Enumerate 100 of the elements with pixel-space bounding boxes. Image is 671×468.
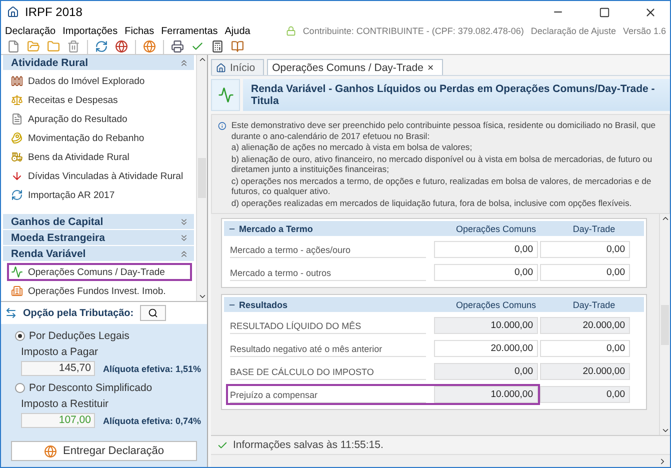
new-file-icon[interactable] <box>7 40 20 53</box>
status-message: Informações salvas às 11:55:15. <box>233 439 384 451</box>
section-header[interactable]: Ganhos de Capital <box>3 214 194 230</box>
field-label: Resultado negativo até o mês anterior <box>230 340 426 357</box>
sidebar-item[interactable]: Operações Fundos Invest. Imob. <box>7 282 192 300</box>
scroll-up-icon <box>660 214 670 223</box>
sidebar-item[interactable]: Bens da Atividade Rural <box>7 148 192 166</box>
scroll-down-icon <box>198 292 206 301</box>
calculator-icon[interactable] <box>211 40 224 53</box>
printer-icon[interactable] <box>171 40 184 53</box>
globe-icon[interactable] <box>143 40 156 53</box>
radio-option[interactable]: Por Desconto Simplificado <box>15 382 203 394</box>
amount-field[interactable]: 0,00 <box>540 264 630 281</box>
folder-icon[interactable] <box>47 40 60 53</box>
column-header: Operações Comuns <box>454 224 538 234</box>
home-icon <box>216 62 226 72</box>
taxpayer-info: Contribuinte: CONTRIBUINTE - (CPF: 379.082.478-06) <box>302 26 524 36</box>
radio-option[interactable]: Por Deduções Legais <box>15 330 203 342</box>
amount-field[interactable]: 0,00 <box>540 340 630 357</box>
sidebar-item[interactable]: Movimentação do Rebanho <box>7 129 192 147</box>
check-icon <box>217 440 228 450</box>
close-icon <box>644 6 656 18</box>
field-label: BASE DE CÁLCULO DO IMPOSTO <box>230 363 426 380</box>
notice-text: a) alienação de ações no mercado à vista em bolsa de valores; <box>231 142 474 152</box>
chart-line-icon <box>218 87 234 103</box>
scroll-thumb[interactable] <box>198 158 206 198</box>
tab-label: Operações Comuns / Day-Trade <box>272 62 424 74</box>
taxation-title: Opção pela Tributação: <box>23 308 134 318</box>
sidebar-item[interactable]: Importação AR 2017 <box>7 186 192 204</box>
search-icon <box>148 308 158 318</box>
book-icon[interactable] <box>231 40 244 53</box>
building-icon <box>11 285 23 297</box>
radio-button[interactable] <box>15 331 25 341</box>
trash-icon[interactable] <box>67 40 80 53</box>
tab[interactable]: Início <box>211 59 264 75</box>
sidebar-item[interactable]: Receitas e Despesas <box>7 91 192 109</box>
field-label: Mercado a termo - ações/ouro <box>230 241 426 258</box>
amount-field: 0,00 <box>540 386 630 403</box>
sidebar-item[interactable]: Dados do Imóvel Explorado <box>7 72 192 90</box>
amount-field[interactable]: 0,00 <box>540 241 630 258</box>
vertical-scrollbar[interactable] <box>659 214 670 435</box>
notice-text: d) operações realizadas em mercados de liquidação futura, fora de bolsa, inclusive com opções flexíveis. <box>231 198 633 208</box>
menu-item[interactable]: Ajuda <box>224 26 250 36</box>
beef-icon <box>11 132 23 144</box>
tax-rate: Alíquota efetiva: 1,51% <box>103 364 202 374</box>
down-arrow-icon <box>11 170 23 182</box>
app-icon <box>7 6 19 18</box>
section-header[interactable]: Renda Variável <box>3 246 194 262</box>
amount-field[interactable]: 0,00 <box>434 241 538 258</box>
menu-item[interactable]: Fichas <box>124 26 154 36</box>
tab[interactable]: Operações Comuns / Day-Trade × <box>267 59 443 75</box>
fence-icon <box>11 75 23 87</box>
field-label: Mercado a termo - outros <box>230 264 426 281</box>
menu-item[interactable]: Importações <box>62 26 118 36</box>
version-label: Versão 1.6 <box>622 26 666 36</box>
globe-icon[interactable] <box>115 40 128 53</box>
notice-text: b) alienação de ouro, ativo financeiro, no mercado disponível ou à vista em bolsa de mercadorias, de futuro ou diretamen junto a instituições financeiras; <box>231 154 654 174</box>
amount-field: 20.000,00 <box>540 363 630 380</box>
group-title: Resultados <box>239 300 288 310</box>
tractor-icon <box>11 151 23 163</box>
swap-icon <box>5 307 17 319</box>
refresh-icon[interactable] <box>95 40 108 53</box>
amount-field[interactable]: 20.000,00 <box>434 340 538 357</box>
submit-button[interactable]: Entregar Declaração <box>11 441 197 461</box>
sidebar-item[interactable]: Operações Comuns / Day-Trade <box>7 263 192 281</box>
horizontal-scrollbar[interactable] <box>211 454 670 467</box>
sidebar-item[interactable]: Apuração do Resultado <box>7 110 192 128</box>
page-title: Renda Variável - Ganhos Líquidos ou Perdas em Operações Comuns/Day-Trade - Titula <box>243 79 670 111</box>
radio-button[interactable] <box>15 383 25 393</box>
value-field: 107,00 <box>21 413 95 428</box>
open-folder-icon[interactable] <box>27 40 40 53</box>
scale-icon <box>11 94 23 106</box>
scroll-down-icon <box>660 426 670 435</box>
scroll-thumb[interactable] <box>661 304 669 344</box>
amount-field[interactable]: 0,00 <box>434 264 538 281</box>
section-header[interactable]: Moeda Estrangeira <box>3 230 194 246</box>
tax-rate: Alíquota efetiva: 0,74% <box>103 416 202 426</box>
search-button[interactable] <box>140 305 166 321</box>
amount-field: 0,00 <box>434 363 538 380</box>
menu-item[interactable]: Declaração <box>5 26 56 36</box>
value-field: 145,70 <box>21 361 95 376</box>
amount-field: 20.000,00 <box>540 317 630 334</box>
menu-item[interactable]: Ferramentas <box>161 26 218 36</box>
group-title: Mercado a Termo <box>239 224 313 234</box>
field-label: RESULTADO LÍQUIDO DO MÊS <box>230 317 426 334</box>
info-icon <box>218 120 226 132</box>
window-title: IRPF 2018 <box>25 5 84 19</box>
notice-text: Este demonstrativo deve ser preenchido pelo contribuinte pessoa física, residente ou domiciliado no Brasil, que durante o ano-calendário de 2017 efetuou no Brasil: <box>231 120 657 141</box>
scroll-up-icon <box>198 55 206 64</box>
section-header[interactable]: Atividade Rural <box>3 55 194 71</box>
scroll-right-icon <box>658 456 667 466</box>
maximize-icon <box>598 6 610 18</box>
field-label: Imposto a Pagar <box>21 346 100 358</box>
sidebar-item[interactable]: Dívidas Vinculadas à Atividade Rural <box>7 167 192 185</box>
tab-label: Início <box>230 62 256 74</box>
amount-field: 10.000,00 <box>434 386 538 403</box>
close-tab-button[interactable]: × <box>427 62 434 74</box>
vertical-scrollbar[interactable] <box>196 55 207 301</box>
field-label: Imposto a Restituir <box>21 398 110 410</box>
column-header: Day-Trade <box>572 224 616 234</box>
